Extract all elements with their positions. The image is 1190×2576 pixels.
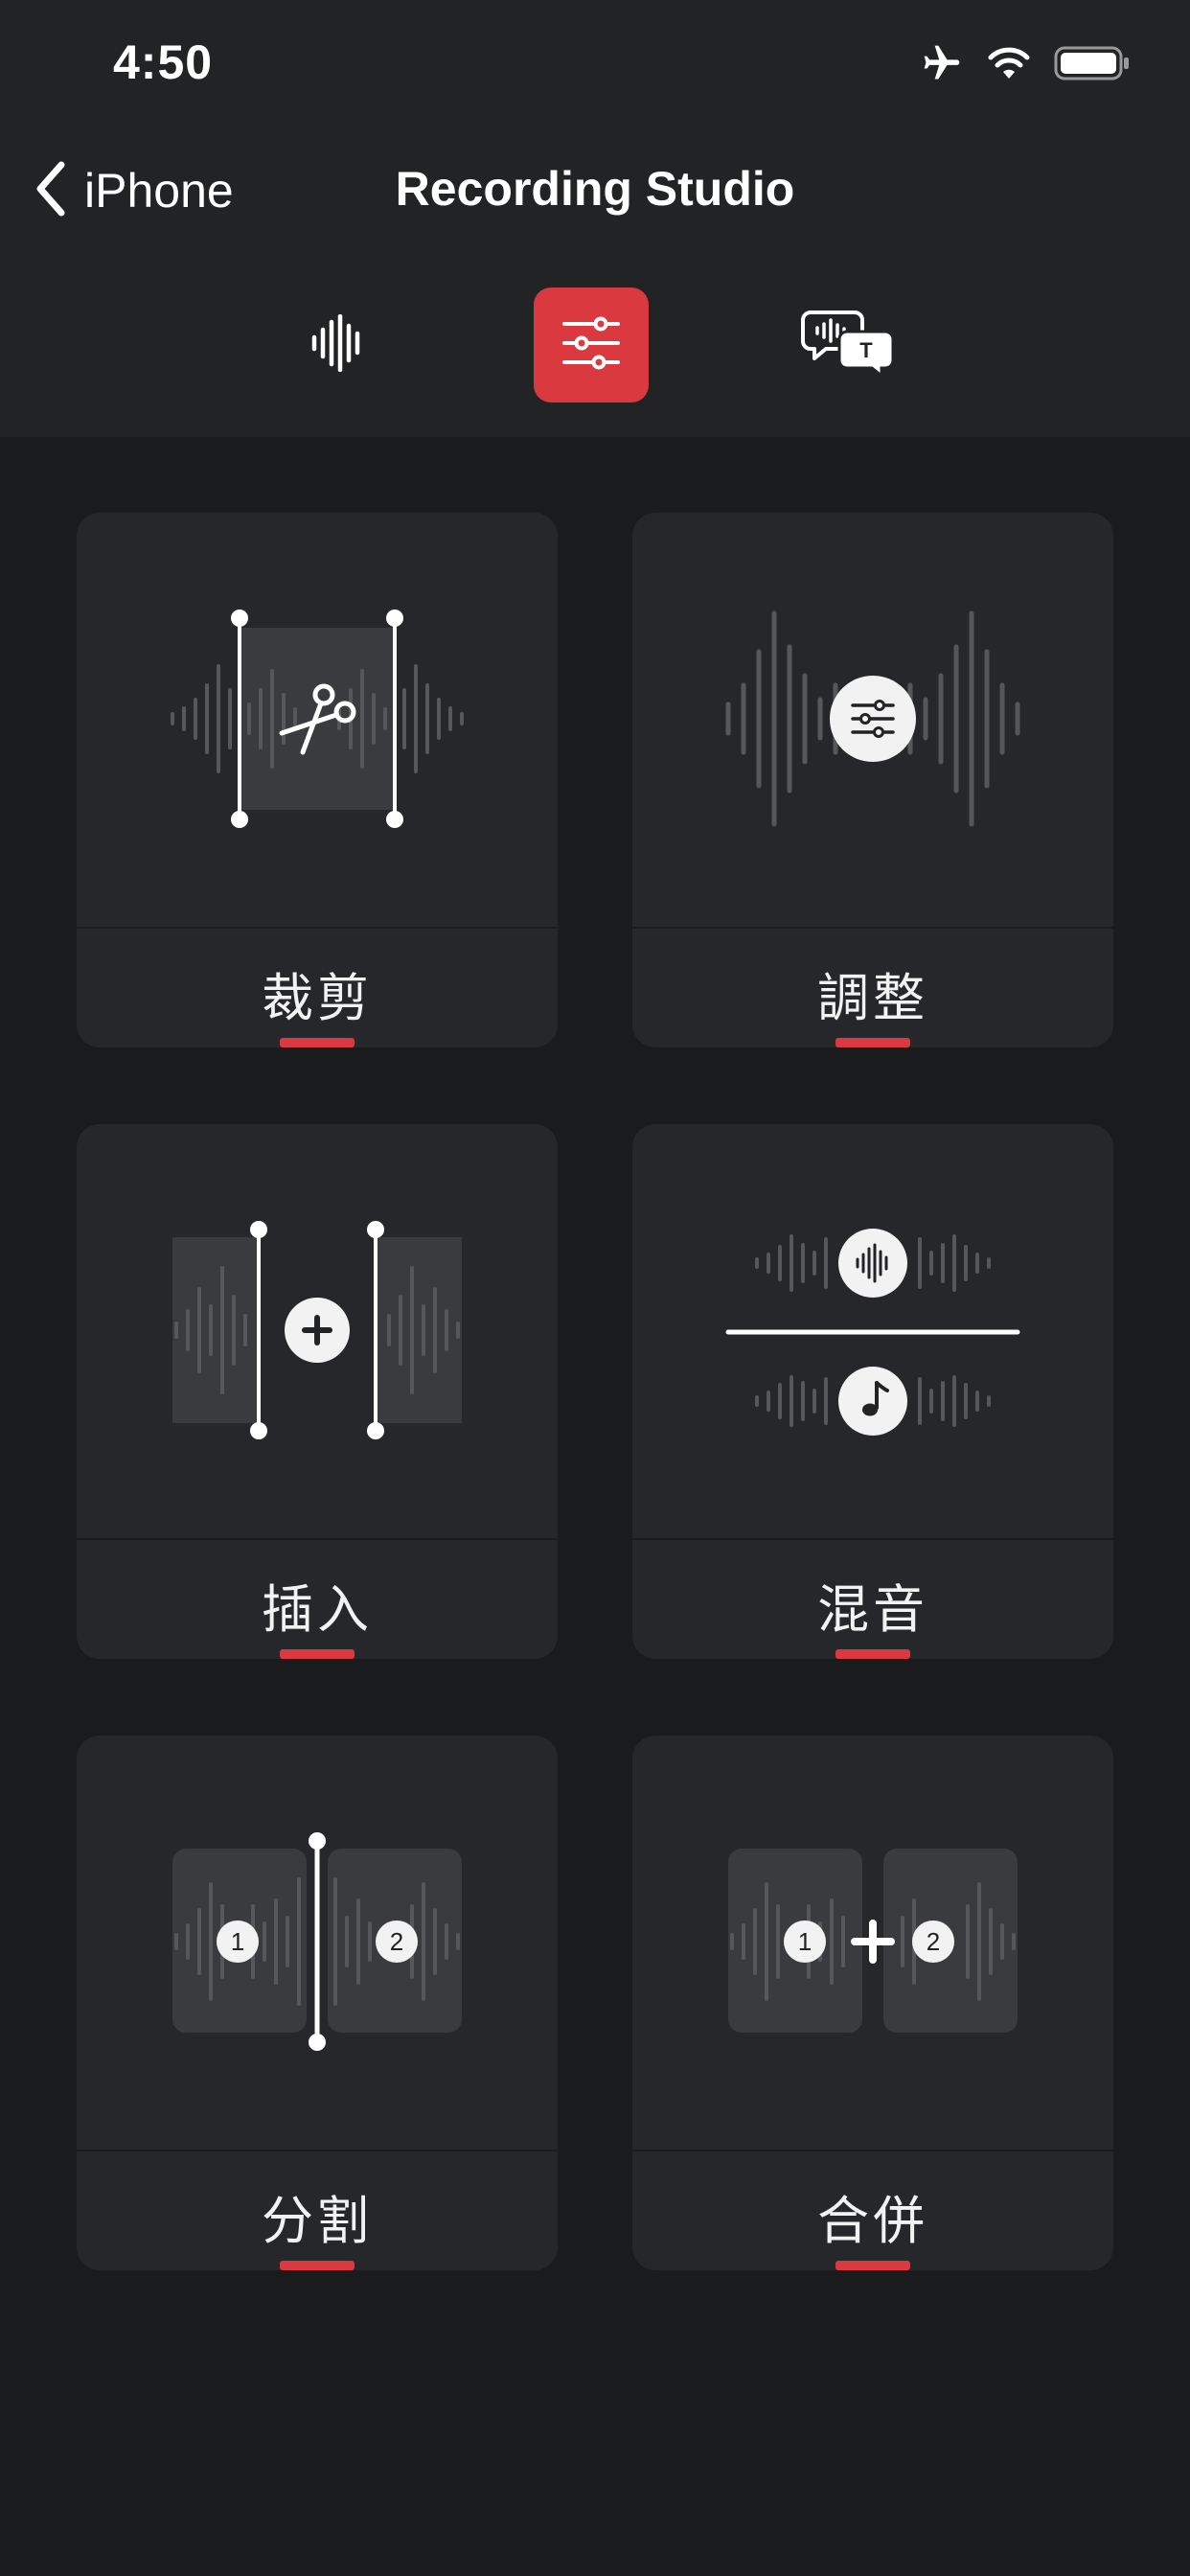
card-divider <box>77 1538 558 1540</box>
adjust-icon <box>632 513 1113 927</box>
card-label: 合併 <box>817 2193 928 2250</box>
waveform-icon <box>309 313 366 377</box>
accent-bar <box>280 2261 355 2270</box>
trim-icon <box>77 513 558 927</box>
merge-icon: 1 2 <box>632 1736 1113 2150</box>
page-title: Recording Studio <box>395 162 795 216</box>
tab-waveform[interactable] <box>280 288 395 402</box>
insert-icon <box>77 1124 558 1538</box>
card-label: 裁剪 <box>262 970 373 1027</box>
card-adjust[interactable]: 調整 <box>632 513 1113 1047</box>
svg-text:2: 2 <box>927 1927 940 1956</box>
card-split[interactable]: 1 2 分割 <box>77 1736 558 2270</box>
card-insert[interactable]: 插入 <box>77 1124 558 1659</box>
speech-to-text-icon: T <box>801 309 897 382</box>
accent-bar <box>835 1038 910 1047</box>
card-divider <box>632 1538 1113 1540</box>
card-label: 插入 <box>262 1581 373 1639</box>
wifi-icon <box>985 44 1033 87</box>
card-label: 混音 <box>817 1581 928 1639</box>
airplane-icon <box>920 42 964 89</box>
accent-bar <box>280 1038 355 1047</box>
card-divider <box>77 2150 558 2151</box>
card-merge[interactable]: 1 2 合併 <box>632 1736 1113 2270</box>
status-icons <box>920 40 1131 90</box>
card-trim[interactable]: 裁剪 <box>77 513 558 1047</box>
status-time: 4:50 <box>113 35 214 89</box>
tab-edit[interactable] <box>534 288 649 402</box>
card-divider <box>632 2150 1113 2151</box>
battery-icon <box>1054 44 1131 87</box>
card-mix[interactable]: 混音 <box>632 1124 1113 1659</box>
accent-bar <box>835 1649 910 1659</box>
tab-transcribe[interactable]: T <box>791 288 906 402</box>
accent-bar <box>280 1649 355 1659</box>
svg-text:1: 1 <box>798 1927 812 1956</box>
card-divider <box>77 927 558 929</box>
split-icon: 1 2 <box>77 1736 558 2150</box>
mode-tabs: T <box>0 288 1190 402</box>
mix-icon <box>632 1124 1113 1538</box>
card-divider <box>632 927 1113 929</box>
sliders-icon <box>562 316 620 375</box>
card-label: 分割 <box>262 2193 373 2250</box>
accent-bar <box>835 2261 910 2270</box>
svg-text:1: 1 <box>231 1927 244 1956</box>
svg-text:T: T <box>859 338 873 362</box>
svg-text:2: 2 <box>390 1927 403 1956</box>
card-label: 調整 <box>817 970 928 1027</box>
